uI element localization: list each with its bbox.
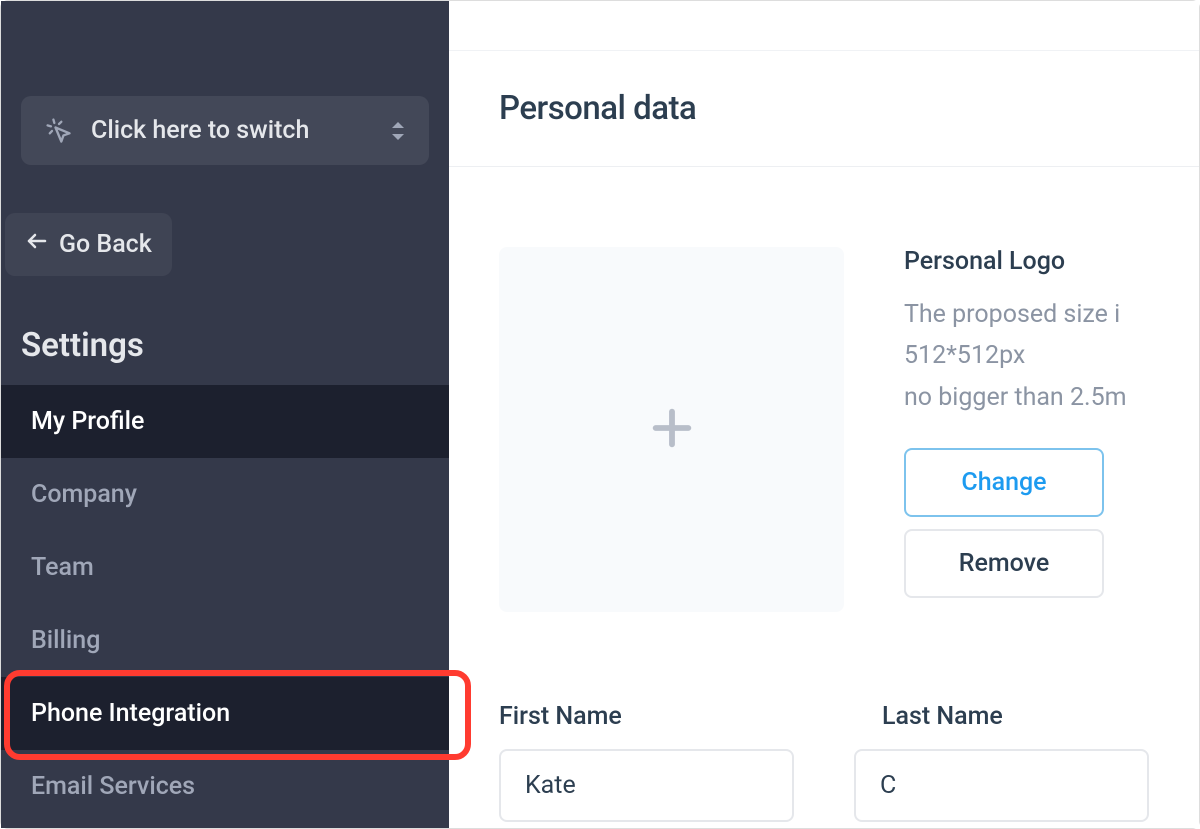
main-content: Personal data Personal Logo The proposed…	[449, 1, 1199, 828]
logo-info: Personal Logo The proposed size i 512*51…	[904, 247, 1149, 612]
sidebar-item-team[interactable]: Team	[1, 531, 449, 604]
sidebar-item-phone-integration[interactable]: Phone Integration	[1, 677, 449, 750]
sidebar: Click here to switch Go Back Settings My…	[1, 1, 449, 828]
first-name-label: First Name	[499, 702, 794, 731]
chevron-updown-icon	[391, 122, 405, 140]
logo-upload-area[interactable]	[499, 247, 844, 612]
logo-description: The proposed size i 512*512px no bigger …	[904, 294, 1149, 418]
logo-desc-line: 512*512px	[904, 341, 1025, 370]
settings-heading: Settings	[21, 326, 449, 365]
workspace-switcher-content: Click here to switch	[45, 116, 309, 145]
sidebar-item-email-services[interactable]: Email Services	[1, 750, 449, 823]
sidebar-item-label: Phone Integration	[31, 699, 230, 728]
logo-desc-line: The proposed size i	[904, 300, 1120, 329]
sidebar-item-billing[interactable]: Billing	[1, 604, 449, 677]
logo-button-group: Change Remove	[904, 448, 1104, 598]
sidebar-item-my-profile[interactable]: My Profile	[1, 385, 449, 458]
last-name-label: Last Name	[882, 702, 1149, 731]
workspace-switcher-label: Click here to switch	[91, 116, 309, 145]
logo-section-label: Personal Logo	[904, 247, 1149, 276]
sidebar-item-label: My Profile	[31, 407, 144, 436]
first-name-input[interactable]	[499, 749, 794, 822]
change-button[interactable]: Change	[904, 448, 1104, 517]
page-title: Personal data	[499, 89, 1149, 128]
sidebar-item-label: Billing	[31, 626, 100, 655]
workspace-switcher[interactable]: Click here to switch	[21, 96, 429, 165]
sidebar-item-company[interactable]: Company	[1, 458, 449, 531]
first-name-group: First Name	[499, 702, 794, 822]
top-bar	[449, 1, 1199, 51]
content-body: Personal Logo The proposed size i 512*51…	[449, 167, 1199, 692]
plus-icon	[644, 400, 700, 460]
sidebar-item-label: Company	[31, 480, 137, 509]
sidebar-item-label: Email Services	[31, 772, 195, 801]
arrow-left-icon	[25, 229, 49, 260]
cursor-click-icon	[45, 117, 73, 145]
go-back-button[interactable]: Go Back	[5, 213, 172, 276]
name-form-row: First Name Last Name	[449, 702, 1199, 822]
remove-button[interactable]: Remove	[904, 529, 1104, 598]
go-back-label: Go Back	[59, 230, 152, 259]
logo-desc-line: no bigger than 2.5m	[904, 383, 1127, 412]
last-name-group: Last Name	[854, 702, 1149, 822]
section-header: Personal data	[449, 51, 1199, 167]
sidebar-item-label: Team	[31, 553, 94, 582]
last-name-input[interactable]	[854, 749, 1149, 822]
